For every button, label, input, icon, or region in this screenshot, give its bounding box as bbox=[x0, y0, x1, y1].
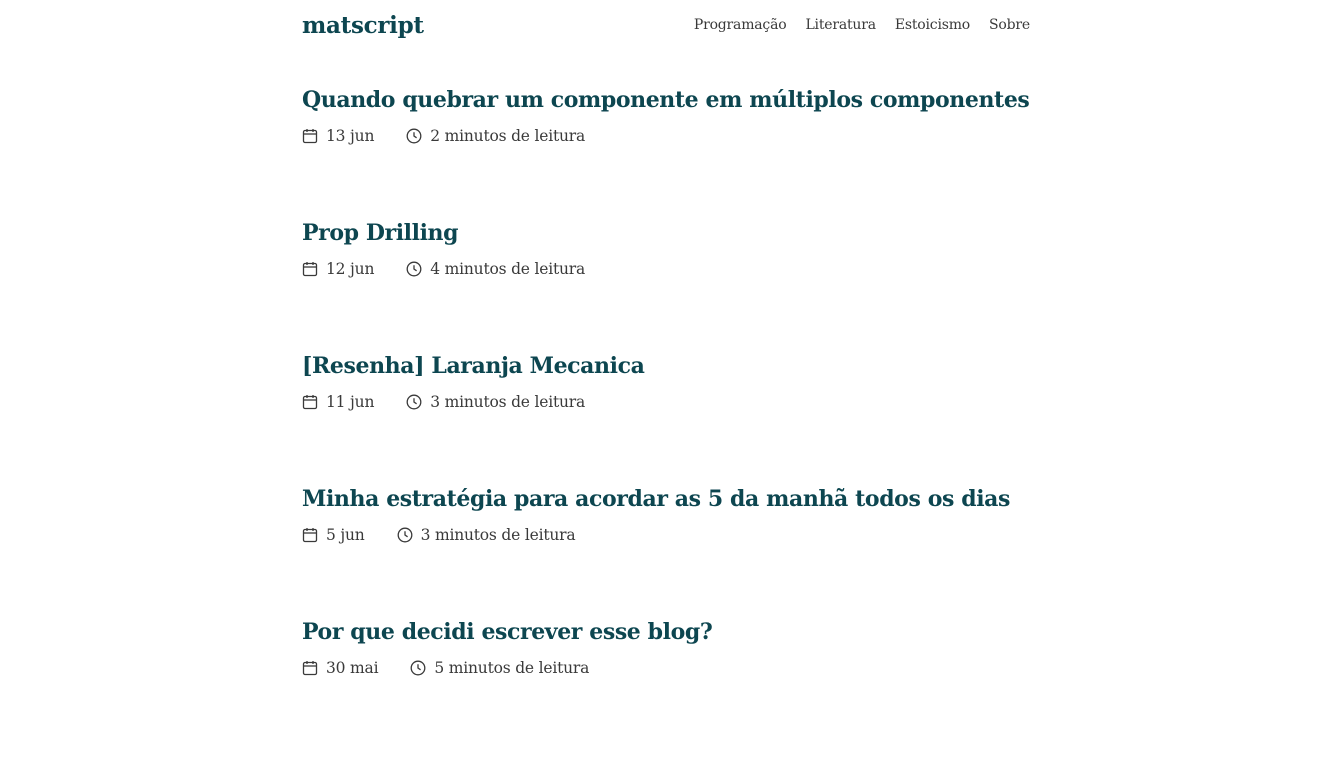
clock-icon bbox=[397, 527, 413, 543]
post-item: Por que decidi escrever esse blog? 30 ma… bbox=[302, 617, 1030, 678]
post-reading-time: 2 minutos de leitura bbox=[406, 127, 585, 145]
post-title-link[interactable]: Prop Drilling bbox=[302, 218, 1030, 248]
nav-item-programacao[interactable]: Programação bbox=[694, 17, 787, 33]
calendar-icon bbox=[302, 395, 318, 410]
post-reading-time-text: 3 minutos de leitura bbox=[420, 526, 576, 544]
calendar-icon bbox=[302, 528, 318, 543]
post-date-text: 13 jun bbox=[326, 127, 375, 145]
post-date: 13 jun bbox=[302, 127, 374, 145]
post-item: [Resenha] Laranja Mecanica 11 jun 3 minu… bbox=[302, 351, 1030, 412]
calendar-icon bbox=[302, 661, 318, 676]
post-date-text: 11 jun bbox=[326, 393, 375, 411]
post-item: Quando quebrar um componente em múltiplo… bbox=[302, 85, 1030, 146]
post-date: 5 jun bbox=[302, 526, 365, 544]
post-title-link[interactable]: Quando quebrar um componente em múltiplo… bbox=[302, 85, 1030, 115]
clock-icon bbox=[406, 128, 422, 144]
post-date: 30 mai bbox=[302, 659, 379, 677]
post-reading-time-text: 5 minutos de leitura bbox=[434, 659, 590, 677]
site-header: matscript Programação Literatura Estoici… bbox=[302, 0, 1030, 56]
post-reading-time-text: 2 minutos de leitura bbox=[430, 127, 586, 145]
post-title-link[interactable]: Por que decidi escrever esse blog? bbox=[302, 617, 1030, 647]
post-title-link[interactable]: [Resenha] Laranja Mecanica bbox=[302, 351, 1030, 381]
post-meta: 11 jun 3 minutos de leitura bbox=[302, 392, 1030, 412]
clock-icon bbox=[410, 660, 426, 676]
post-meta: 5 jun 3 minutos de leitura bbox=[302, 525, 1030, 545]
post-meta: 30 mai 5 minutos de leitura bbox=[302, 658, 1030, 678]
post-date-text: 30 mai bbox=[326, 659, 379, 677]
post-reading-time: 3 minutos de leitura bbox=[397, 526, 576, 544]
post-meta: 13 jun 2 minutos de leitura bbox=[302, 126, 1030, 146]
nav-item-literatura[interactable]: Literatura bbox=[805, 17, 876, 33]
post-date-text: 12 jun bbox=[326, 260, 375, 278]
post-date: 12 jun bbox=[302, 260, 374, 278]
post-meta: 12 jun 4 minutos de leitura bbox=[302, 259, 1030, 279]
site-title-link[interactable]: matscript bbox=[302, 12, 424, 39]
clock-icon bbox=[406, 261, 422, 277]
calendar-icon bbox=[302, 262, 318, 277]
nav-item-estoicismo[interactable]: Estoicismo bbox=[895, 17, 970, 33]
post-reading-time: 4 minutos de leitura bbox=[406, 260, 585, 278]
post-reading-time-text: 4 minutos de leitura bbox=[430, 260, 586, 278]
post-date: 11 jun bbox=[302, 393, 374, 411]
post-item: Prop Drilling 12 jun 4 minutos de leitur… bbox=[302, 218, 1030, 279]
post-reading-time: 3 minutos de leitura bbox=[406, 393, 585, 411]
post-item: Minha estratégia para acordar as 5 da ma… bbox=[302, 484, 1030, 545]
post-reading-time: 5 minutos de leitura bbox=[410, 659, 589, 677]
calendar-icon bbox=[302, 129, 318, 144]
main-nav: Programação Literatura Estoicismo Sobre bbox=[694, 17, 1030, 33]
clock-icon bbox=[406, 394, 422, 410]
post-reading-time-text: 3 minutos de leitura bbox=[430, 393, 586, 411]
post-date-text: 5 jun bbox=[326, 526, 365, 544]
post-title-link[interactable]: Minha estratégia para acordar as 5 da ma… bbox=[302, 484, 1030, 514]
nav-item-sobre[interactable]: Sobre bbox=[989, 17, 1030, 33]
page: matscript Programação Literatura Estoici… bbox=[302, 0, 1030, 677]
